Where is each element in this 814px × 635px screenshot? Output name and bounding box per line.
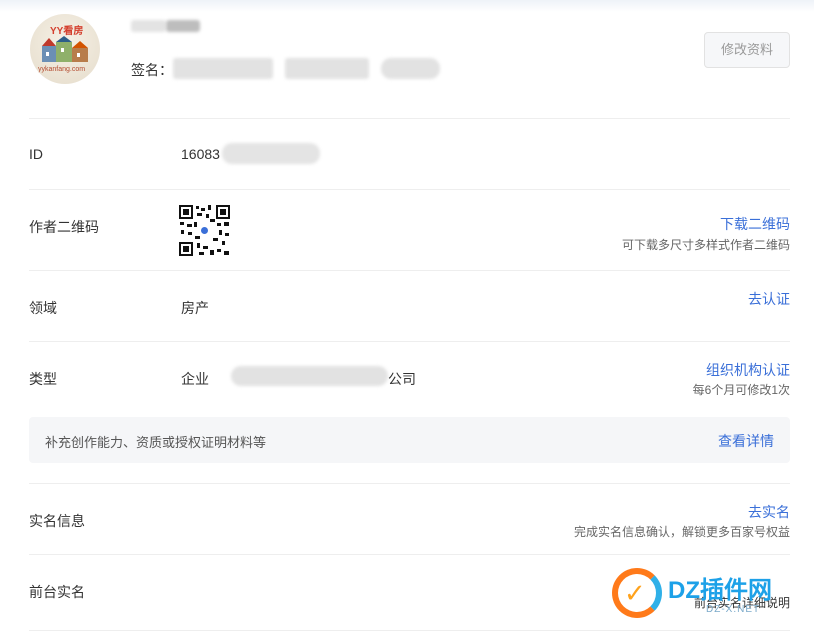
id-redacted xyxy=(222,143,320,164)
divider xyxy=(29,189,790,190)
divider xyxy=(29,554,790,555)
front-realname-label: 前台实名 xyxy=(29,584,85,600)
signature-redacted xyxy=(381,58,440,79)
signature-label: 签名： xyxy=(131,62,173,78)
checkmark-icon: ✓ xyxy=(624,578,646,608)
divider xyxy=(29,118,790,119)
field-certify-link[interactable]: 去认证 xyxy=(748,289,790,309)
download-qrcode-link[interactable]: 下载二维码 xyxy=(720,214,790,234)
view-details-link[interactable]: 查看详情 xyxy=(718,431,774,451)
divider xyxy=(29,341,790,342)
top-shadow xyxy=(0,0,814,12)
edit-profile-button[interactable]: 修改资料 xyxy=(704,32,790,68)
signature-redacted xyxy=(173,58,273,79)
username-redacted xyxy=(131,20,166,32)
id-value: 16083 xyxy=(181,146,220,162)
company-name-redacted xyxy=(231,366,388,386)
qrcode-image[interactable] xyxy=(179,205,230,256)
avatar-url-text: yykanfang.com xyxy=(38,66,86,73)
house-icon xyxy=(42,36,88,62)
banner-text: 补充创作能力、资质或授权证明材料等 xyxy=(45,435,267,450)
type-modify-hint: 每6个月可修改1次 xyxy=(692,383,790,397)
realname-label: 实名信息 xyxy=(29,513,85,529)
qrcode-label: 作者二维码 xyxy=(29,219,99,235)
company-suffix: 公司 xyxy=(388,371,416,387)
id-label: ID xyxy=(29,146,43,162)
field-label: 领域 xyxy=(29,300,57,316)
divider xyxy=(29,630,790,631)
divider xyxy=(29,483,790,484)
signature-redacted xyxy=(285,58,369,79)
type-value: 企业 xyxy=(181,371,209,387)
avatar-logo-text: YY看房 xyxy=(50,26,84,37)
watermark-sub: DZ-X.NET xyxy=(706,604,761,615)
org-certify-link[interactable]: 组织机构认证 xyxy=(706,360,790,380)
username-redacted-dark xyxy=(166,20,200,32)
watermark-title: DZ插件网 xyxy=(668,577,772,604)
realname-hint: 完成实名信息确认，解锁更多百家号权益 xyxy=(573,525,790,539)
site-watermark: ✓ DZ插件网 DZ-X.NET xyxy=(612,566,802,626)
field-value: 房产 xyxy=(181,300,209,316)
type-label: 类型 xyxy=(29,371,57,387)
avatar[interactable]: YY看房 yykanfang.com xyxy=(30,14,100,84)
realname-link[interactable]: 去实名 xyxy=(748,502,790,522)
divider xyxy=(29,270,790,271)
qrcode-hint: 可下载多尺寸多样式作者二维码 xyxy=(621,238,790,252)
materials-banner: 补充创作能力、资质或授权证明材料等 查看详情 xyxy=(29,417,790,463)
